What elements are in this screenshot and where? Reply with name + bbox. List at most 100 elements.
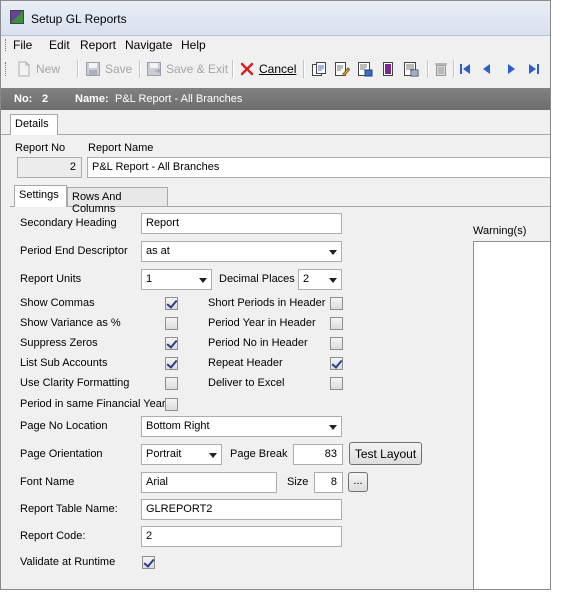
page-orientation-value: Portrait bbox=[146, 448, 182, 460]
page-orientation-select[interactable]: Portrait bbox=[141, 444, 222, 465]
cancel-label: Cancel bbox=[259, 62, 297, 76]
size-label: Size bbox=[287, 476, 309, 488]
toolbar-separator bbox=[427, 60, 429, 78]
copy-report-button[interactable] bbox=[311, 61, 331, 77]
suppress-zeros-checkbox[interactable] bbox=[165, 337, 178, 350]
report-table-name-input[interactable]: GLREPORT2 bbox=[141, 499, 342, 520]
last-record-button[interactable] bbox=[526, 61, 546, 77]
report-no-field[interactable]: 2 bbox=[17, 157, 82, 178]
report-code-input[interactable]: 2 bbox=[141, 526, 342, 547]
show-commas-label: Show Commas bbox=[20, 297, 95, 309]
toolbar-grip[interactable] bbox=[5, 62, 8, 76]
previous-record-button[interactable] bbox=[479, 61, 499, 77]
menu-file[interactable]: File bbox=[13, 38, 32, 52]
first-record-button[interactable] bbox=[457, 61, 477, 77]
font-picker-button[interactable]: ... bbox=[348, 472, 368, 492]
page-break-label: Page Break bbox=[230, 448, 288, 460]
report-units-value: 1 bbox=[146, 273, 153, 285]
warnings-label: Warning(s) bbox=[473, 225, 527, 237]
report-name-label: Report Name bbox=[88, 142, 154, 154]
window-title: Setup GL Reports bbox=[31, 12, 127, 26]
report-units-select[interactable]: 1 bbox=[141, 269, 212, 290]
font-size-input[interactable]: 8 bbox=[314, 472, 343, 493]
menu-navigate[interactable]: Navigate bbox=[125, 38, 172, 52]
delete-button[interactable] bbox=[433, 61, 453, 77]
suppress-zeros-label: Suppress Zeros bbox=[20, 337, 98, 349]
tab-rows-and-columns[interactable]: Rows And Columns bbox=[67, 187, 168, 215]
print-report-button[interactable] bbox=[380, 61, 400, 77]
record-name-label: Name: bbox=[75, 93, 109, 105]
first-record-icon bbox=[457, 61, 473, 77]
repeat-header-checkbox[interactable] bbox=[330, 357, 343, 370]
page-no-location-value: Bottom Right bbox=[146, 420, 210, 432]
decimal-places-value: 2 bbox=[303, 273, 310, 285]
list-sub-accounts-label: List Sub Accounts bbox=[20, 357, 108, 369]
same-financial-year-checkbox[interactable] bbox=[165, 398, 178, 411]
period-end-descriptor-select[interactable]: as at bbox=[141, 241, 342, 262]
period-end-descriptor-value: as at bbox=[146, 245, 170, 257]
setup-gl-reports-window: Setup GL Reports File Edit Report Naviga… bbox=[0, 0, 551, 590]
short-periods-checkbox[interactable] bbox=[330, 297, 343, 310]
period-year-label: Period Year in Header bbox=[208, 317, 316, 329]
next-record-button[interactable] bbox=[503, 61, 523, 77]
report-units-label: Report Units bbox=[20, 273, 82, 285]
deliver-to-excel-label: Deliver to Excel bbox=[208, 377, 285, 389]
test-layout-button[interactable]: Test Layout bbox=[349, 442, 422, 465]
validate-at-runtime-checkbox[interactable] bbox=[142, 556, 155, 569]
save-exit-button[interactable]: Save & Exit bbox=[146, 61, 228, 77]
show-variance-checkbox[interactable] bbox=[165, 317, 178, 330]
report-layout-icon bbox=[403, 61, 419, 77]
report-layout-button[interactable] bbox=[403, 61, 423, 77]
save-label: Save bbox=[105, 62, 133, 76]
decimal-places-label: Decimal Places bbox=[219, 273, 295, 285]
delete-icon bbox=[433, 61, 449, 77]
menu-bar: File Edit Report Navigate Help bbox=[1, 35, 550, 55]
show-commas-checkbox[interactable] bbox=[165, 297, 178, 310]
report-name-field[interactable]: P&L Report - All Branches bbox=[87, 157, 550, 178]
page-break-input[interactable]: 83 bbox=[293, 444, 343, 465]
chevron-down-icon bbox=[329, 425, 337, 430]
chevron-down-icon bbox=[199, 278, 207, 283]
menu-report[interactable]: Report bbox=[80, 38, 116, 52]
toolbar: New Save Save & Exit Cancel bbox=[1, 58, 550, 80]
font-name-input[interactable]: Arial bbox=[141, 472, 277, 493]
new-button[interactable]: New bbox=[16, 61, 60, 77]
record-no-label: No: bbox=[14, 93, 33, 105]
tab-settings[interactable]: Settings bbox=[14, 185, 67, 207]
preview-report-button[interactable] bbox=[357, 61, 377, 77]
copy-report-icon bbox=[311, 61, 327, 77]
list-sub-accounts-checkbox[interactable] bbox=[165, 357, 178, 370]
short-periods-label: Short Periods in Header bbox=[208, 297, 326, 309]
period-year-checkbox[interactable] bbox=[330, 317, 343, 330]
edit-report-button[interactable] bbox=[334, 61, 354, 77]
menu-help[interactable]: Help bbox=[181, 38, 206, 52]
secondary-heading-label: Secondary Heading bbox=[20, 217, 117, 229]
menu-grip[interactable] bbox=[5, 39, 8, 51]
cancel-button[interactable]: Cancel bbox=[239, 61, 296, 77]
secondary-heading-input[interactable]: Report bbox=[141, 213, 342, 234]
decimal-places-select[interactable]: 2 bbox=[298, 269, 342, 290]
record-no-value: 2 bbox=[42, 93, 49, 105]
use-clarity-formatting-checkbox[interactable] bbox=[165, 377, 178, 390]
edit-report-icon bbox=[334, 61, 351, 77]
chevron-down-icon bbox=[209, 453, 217, 458]
warnings-list[interactable] bbox=[473, 241, 550, 589]
record-name-value: P&L Report - All Branches bbox=[115, 93, 243, 105]
tab-details[interactable]: Details bbox=[10, 114, 58, 135]
menu-edit[interactable]: Edit bbox=[49, 38, 70, 52]
deliver-to-excel-checkbox[interactable] bbox=[330, 377, 343, 390]
next-record-icon bbox=[503, 61, 519, 77]
toolbar-separator bbox=[139, 60, 141, 78]
period-no-checkbox[interactable] bbox=[330, 337, 343, 350]
show-variance-label: Show Variance as % bbox=[20, 317, 121, 329]
page-no-location-select[interactable]: Bottom Right bbox=[141, 416, 342, 437]
same-financial-year-label: Period in same Financial Year bbox=[20, 398, 166, 410]
title-bar: Setup GL Reports bbox=[1, 1, 550, 36]
save-button[interactable]: Save bbox=[85, 61, 132, 77]
last-record-icon bbox=[526, 61, 542, 77]
new-label: New bbox=[36, 62, 61, 76]
chevron-down-icon bbox=[329, 250, 337, 255]
validate-at-runtime-label: Validate at Runtime bbox=[20, 556, 116, 568]
record-info-bar: No: 2 Name: P&L Report - All Branches bbox=[1, 88, 550, 110]
repeat-header-label: Repeat Header bbox=[208, 357, 283, 369]
